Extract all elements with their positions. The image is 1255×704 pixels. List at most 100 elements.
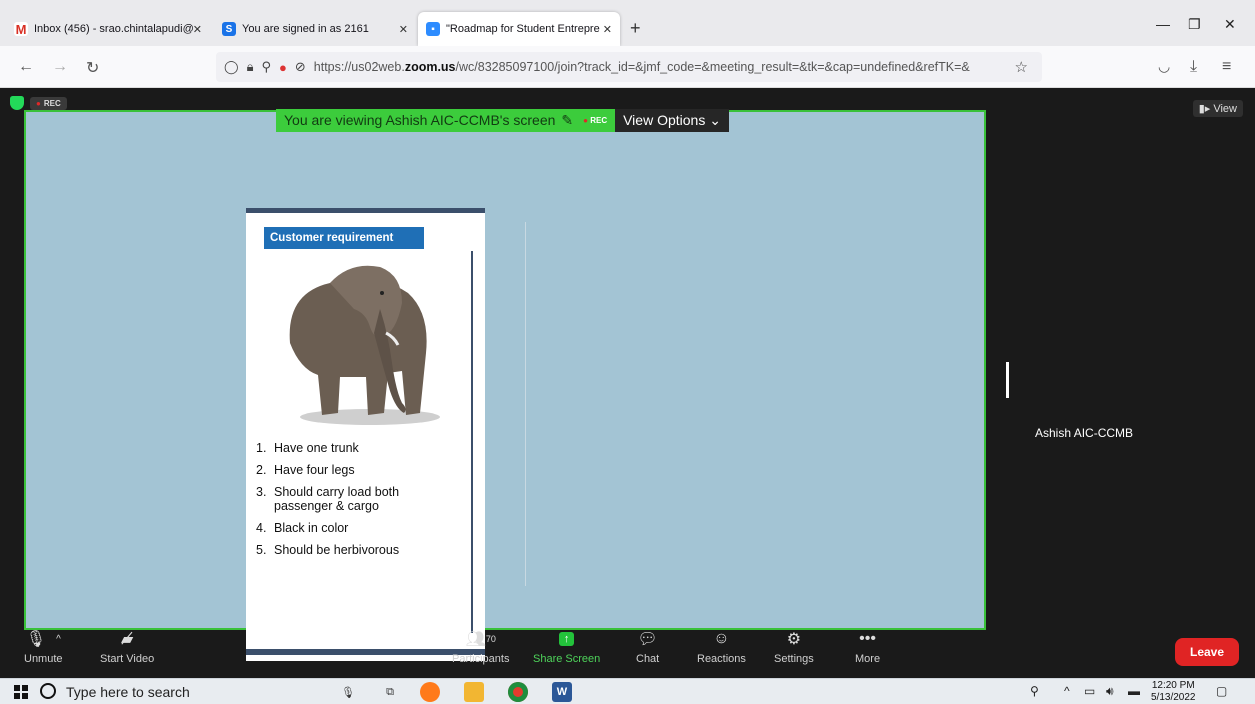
battery-icon[interactable]: ▬ — [1128, 684, 1140, 698]
file-explorer-icon[interactable] — [464, 682, 484, 702]
network-icon[interactable]: ▭ — [1084, 684, 1095, 698]
tab-label: You are signed in as 2161 — [242, 23, 369, 35]
tab-gmail[interactable]: M Inbox (456) - srao.chintalapudi@ ✕ — [6, 12, 210, 46]
new-tab-icon[interactable]: + — [630, 18, 641, 39]
rec-indicator: ● REC — [30, 96, 67, 110]
forward-icon[interactable]: → — [52, 58, 68, 76]
share-screen-label: Share Screen — [533, 653, 601, 665]
slide-divider — [525, 222, 526, 586]
url-path: /wc/83285097100/join?track_id=&jmf_code=… — [455, 60, 970, 74]
url-bar[interactable]: ◯ 🔒︎ ⚲ ● ⊘ https://us02web.zoom.us/wc/83… — [216, 52, 1042, 82]
firefox-icon[interactable] — [420, 682, 440, 702]
bookmark-star-icon[interactable]: ☆ — [1015, 58, 1028, 76]
panel-resize-handle[interactable] — [1006, 362, 1009, 398]
pocket-icon[interactable]: ◡ — [1158, 58, 1170, 75]
tab-signed-in[interactable]: S You are signed in as 2161 ✕ — [214, 12, 416, 46]
gear-icon: ⚙ — [786, 631, 802, 648]
start-video-button[interactable]: ▰̸ Start Video — [100, 628, 154, 665]
people-icon[interactable]: ⚲ — [1030, 684, 1039, 698]
close-icon[interactable]: ✕ — [193, 23, 202, 36]
volume-icon[interactable]: 🔊︎ — [1106, 684, 1114, 699]
notifications-icon[interactable]: ▢ — [1216, 684, 1227, 698]
taskbar-search[interactable]: Type here to search — [66, 684, 190, 700]
reactions-icon: ☺ — [713, 630, 730, 647]
close-icon[interactable]: ✕ — [603, 23, 612, 36]
shield-tracking-icon[interactable]: ◯ — [224, 59, 239, 75]
tab-zoom[interactable]: ▪ "Roadmap for Student Entrepre ✕ — [418, 12, 620, 46]
microphone-icon[interactable]: 🎙︎ — [338, 682, 358, 702]
windows-start-icon[interactable] — [14, 685, 28, 699]
viewing-status: You are viewing Ashish AIC-CCMB's screen… — [276, 109, 616, 132]
unmute-button[interactable]: 🎙︎ ^ Unmute — [24, 628, 63, 665]
viewing-rec-label: ● REC — [583, 109, 607, 132]
list-number: 4. — [256, 521, 267, 535]
chat-button[interactable]: 💬︎ Chat — [636, 628, 659, 665]
list-text: Should carry load both passenger & cargo — [274, 485, 400, 513]
chrome-icon[interactable] — [508, 682, 528, 702]
clock-date: 5/13/2022 — [1151, 692, 1196, 703]
reload-icon[interactable]: ↻ — [86, 58, 99, 78]
task-view-icon[interactable]: ⧉ — [380, 682, 400, 702]
more-button[interactable]: ••• More — [855, 628, 880, 665]
participant-count: 70 — [485, 634, 496, 644]
view-button[interactable]: ▮▸ View — [1192, 100, 1243, 117]
settings-button[interactable]: ⚙ Settings — [774, 628, 814, 665]
back-icon[interactable]: ← — [18, 58, 34, 76]
list-item: 5. Should be herbivorous — [256, 543, 456, 557]
viewing-rec-text: REC — [590, 116, 608, 125]
annotate-icon[interactable]: ✎ — [561, 109, 573, 132]
reactions-label: Reactions — [697, 653, 746, 665]
settings-label: Settings — [774, 653, 814, 665]
url-prefix: https://us02web. — [313, 60, 405, 74]
permissions-icon[interactable]: ⚲ — [261, 59, 271, 75]
rec-dot-icon: ● — [36, 98, 41, 108]
tab-label: Inbox (456) - srao.chintalapudi@ — [34, 23, 194, 35]
zoom-icon: ▪ — [426, 22, 440, 36]
rec-label: REC — [43, 98, 61, 108]
microphone-icon[interactable]: ● — [279, 60, 287, 75]
cortana-icon[interactable] — [40, 683, 56, 699]
lock-icon[interactable]: 🔒︎ — [247, 59, 254, 75]
slide-vertical-rule — [471, 251, 473, 633]
list-text: Have four legs — [274, 463, 355, 477]
share-screen-button[interactable]: ↑ Share Screen — [533, 628, 600, 665]
more-label: More — [855, 653, 881, 665]
security-shield-icon[interactable] — [10, 96, 24, 110]
participant-name: Ashish AIC-CCMB — [1035, 426, 1134, 440]
list-item: 3. Should carry load both passenger & car… — [256, 485, 456, 513]
reactions-button[interactable]: ☺ Reactions — [697, 628, 746, 665]
tray-chevron-icon[interactable]: ^ — [1064, 684, 1070, 698]
meeting-toolbar: 🎙︎ ^ Unmute ▰̸ Start Video 👥︎ 70 Participa… — [0, 628, 1255, 672]
viewing-status-text: You are viewing Ashish AIC-CCMB's screen — [284, 112, 556, 128]
chevron-up-icon[interactable]: ^ — [56, 634, 61, 645]
share-screen-icon: ↑ — [558, 628, 575, 650]
more-icon: ••• — [859, 630, 876, 647]
leave-button[interactable]: Leave — [1175, 638, 1239, 666]
list-number: 1. — [256, 441, 267, 455]
list-item: 2. Have four legs — [256, 463, 456, 477]
camera-blocked-icon[interactable]: ⊘ — [295, 59, 306, 75]
url-text[interactable]: https://us02web.zoom.us/wc/83285097100/j… — [314, 60, 1004, 74]
close-icon[interactable]: ✕ — [399, 23, 408, 36]
slide: Customer requirement 1. Have one trunk 2.… — [246, 208, 485, 661]
taskbar-clock[interactable]: 12:20 PM 5/13/2022 — [1151, 680, 1196, 704]
view-options-button[interactable]: View Options ⌄ — [615, 109, 729, 132]
chat-label: Chat — [636, 653, 660, 665]
start-video-label: Start Video — [100, 653, 155, 665]
list-item: 1. Have one trunk — [256, 441, 456, 455]
window-close-icon[interactable]: ✕ — [1224, 16, 1236, 33]
unmute-label: Unmute — [24, 653, 63, 665]
list-number: 2. — [256, 463, 267, 477]
participants-button[interactable]: 👥︎ 70 Participants — [452, 628, 509, 665]
restore-icon[interactable]: ❐ — [1188, 16, 1201, 33]
chat-icon: 💬︎ — [637, 631, 658, 648]
minimize-icon[interactable]: — — [1156, 16, 1170, 32]
list-text: Have one trunk — [274, 441, 359, 455]
clock-time: 12:20 PM — [1151, 680, 1195, 691]
word-icon[interactable]: W — [552, 682, 572, 702]
elephant-image — [289, 265, 440, 425]
menu-icon[interactable]: ≡ — [1222, 58, 1231, 76]
download-icon[interactable]: ⤓ — [1190, 58, 1197, 76]
participants-icon: 👥︎ 70 — [465, 631, 496, 648]
list-item: 4. Black in color — [256, 521, 456, 535]
